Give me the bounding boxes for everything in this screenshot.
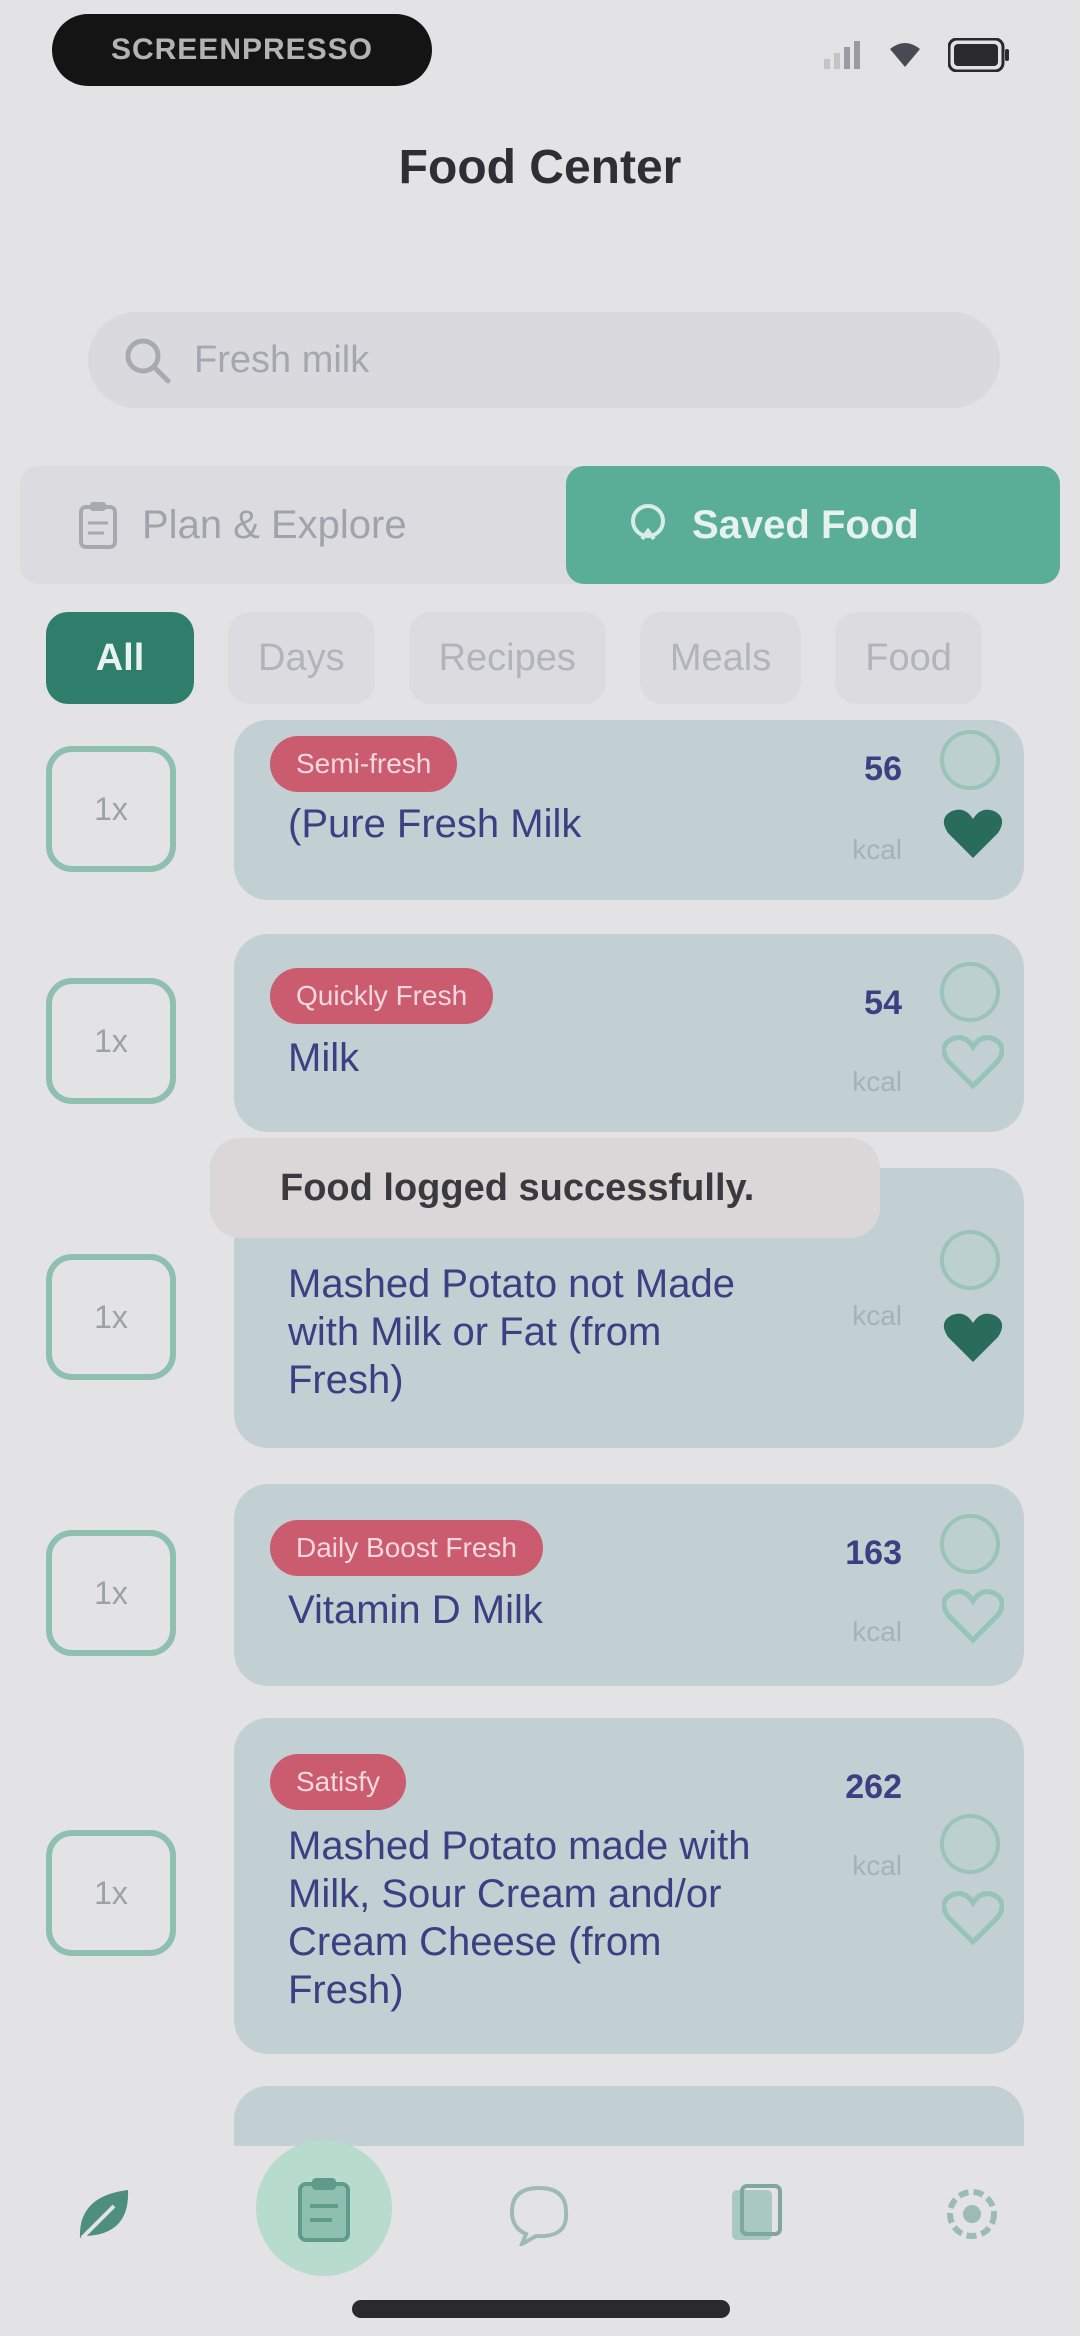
search-input[interactable]: [192, 337, 896, 383]
add-icon[interactable]: [940, 1814, 1000, 1874]
screen-recorder-pill: SCREENPRESSO: [52, 14, 432, 86]
chat-icon[interactable]: [506, 2182, 572, 2246]
status-icons: [822, 38, 1010, 72]
bookmark-icon: [631, 504, 665, 541]
food-calories: 262: [845, 1768, 902, 1806]
food-card[interactable]: Quickly Fresh Milk 54 kcal: [234, 934, 1024, 1132]
toast-message: Food logged successfully.: [210, 1138, 880, 1238]
food-calories: 56: [864, 750, 902, 788]
tab-saved-food[interactable]: Saved Food: [566, 466, 1060, 584]
food-unit: kcal: [852, 1066, 902, 1097]
quantity-selector[interactable]: 1x: [46, 746, 176, 872]
food-badge: Semi-fresh: [270, 736, 458, 792]
clipboard-icon[interactable]: [292, 2176, 356, 2244]
tab-plan-explore[interactable]: Plan & Explore: [20, 466, 580, 584]
food-card[interactable]: Daily Boost Fresh Vitamin D Milk 163 kca…: [234, 1484, 1024, 1686]
tab-plan-explore-label: Plan & Explore: [142, 502, 407, 547]
food-badge: Quickly Fresh: [270, 968, 494, 1024]
page-title: Food Center: [398, 141, 682, 194]
food-unit: kcal: [852, 1300, 902, 1331]
bottom-nav: [0, 2140, 1080, 2290]
food-badge: Satisfy: [270, 1754, 407, 1810]
chip-days[interactable]: Days: [228, 612, 375, 704]
chip-meals[interactable]: Meals: [639, 612, 802, 704]
add-icon[interactable]: [940, 962, 1000, 1022]
add-icon[interactable]: [940, 1514, 1000, 1574]
tab-saved-food-label: Saved Food: [692, 502, 919, 547]
search-bar[interactable]: [88, 312, 1000, 408]
food-name: Vitamin D Milk: [288, 1588, 543, 1632]
heart-outline-icon[interactable]: [942, 1034, 1004, 1090]
food-card[interactable]: Semi-fresh (Pure Fresh Milk 56 kcal: [234, 720, 1024, 900]
chip-all[interactable]: All: [46, 612, 194, 704]
quantity-selector[interactable]: 1x: [46, 978, 176, 1104]
food-name: Milk: [288, 1036, 360, 1080]
food-calories: 54: [864, 984, 902, 1022]
chip-recipes[interactable]: Recipes: [408, 612, 606, 704]
signal-icon: [824, 41, 860, 69]
food-calories: 163: [845, 1534, 902, 1572]
food-card[interactable]: Satisfy Mashed Potato made with Milk, So…: [234, 1718, 1024, 2054]
home-indicator: [352, 2300, 730, 2318]
food-name: (Pure Fresh Milk: [288, 802, 582, 846]
filter-chips: All Days Recipes Meals Food: [46, 612, 982, 704]
add-icon[interactable]: [940, 730, 1000, 790]
heart-filled-icon[interactable]: [942, 806, 1004, 862]
food-unit: kcal: [852, 834, 902, 865]
book-icon[interactable]: [722, 2182, 786, 2246]
heart-filled-icon[interactable]: [942, 1310, 1004, 1366]
food-unit: kcal: [852, 1850, 902, 1881]
wifi-icon: [890, 43, 920, 67]
food-card-partial: [234, 2086, 1024, 2146]
search-icon: [125, 338, 171, 384]
food-name: Mashed Potato made with Milk, Sour Cream…: [288, 1824, 751, 2012]
leaf-icon[interactable]: [72, 2182, 136, 2246]
settings-icon[interactable]: [940, 2182, 1004, 2246]
screen-recorder-text: SCREENPRESSO: [110, 33, 374, 66]
food-name: Mashed Potato not Made with Milk or Fat …: [288, 1262, 735, 1402]
quantity-selector[interactable]: 1x: [46, 1530, 176, 1656]
quantity-selector[interactable]: 1x: [46, 1254, 176, 1380]
heart-outline-icon[interactable]: [942, 1588, 1004, 1644]
food-unit: kcal: [852, 1616, 902, 1647]
clipboard-icon: [79, 502, 117, 549]
quantity-selector[interactable]: 1x: [46, 1830, 176, 1956]
chip-food[interactable]: Food: [835, 612, 982, 704]
add-icon[interactable]: [940, 1230, 1000, 1290]
heart-outline-icon[interactable]: [942, 1890, 1004, 1946]
battery-icon: [948, 38, 1009, 72]
food-badge: Daily Boost Fresh: [270, 1520, 543, 1576]
